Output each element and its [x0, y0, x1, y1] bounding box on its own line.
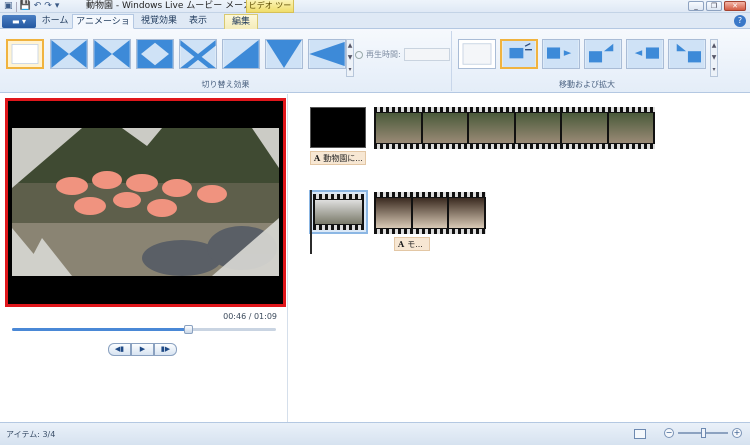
storyboard: A 動物園に... A モ...	[290, 94, 750, 422]
caption-tag-2[interactable]: A モ...	[394, 237, 430, 251]
playback-controls: ◀▮ ▶ ▮▶	[108, 343, 177, 356]
zoom-in-button[interactable]: +	[732, 428, 742, 438]
panzoom-left-thumb[interactable]	[626, 39, 664, 69]
transition-bowtie-thumb[interactable]	[93, 39, 131, 69]
tab-animation[interactable]: アニメーション	[72, 14, 134, 42]
caption-icon: A	[314, 153, 321, 163]
film-perforation	[374, 192, 486, 197]
separator	[15, 1, 17, 12]
transitions-group-label: 切り替え効果	[201, 80, 250, 89]
transition-v-wipe-thumb[interactable]	[265, 39, 303, 69]
panzoom-right-thumb[interactable]	[542, 39, 580, 69]
window-title: 動物園 - Windows Live ムービー メーカー	[86, 1, 262, 11]
undo-icon[interactable]: ↶	[34, 1, 42, 12]
clip-frames	[313, 200, 364, 224]
preview-pane: 00:46 / 01:09 ◀▮ ▶ ▮▶	[0, 94, 288, 422]
caption-1-text: 動物園に...	[323, 154, 363, 163]
seek-thumb[interactable]	[184, 325, 194, 334]
duration-control: 再生時間:	[355, 48, 450, 61]
tab-home[interactable]: ホーム	[38, 14, 72, 29]
selected-clip[interactable]	[309, 190, 368, 234]
film-perforation	[313, 225, 364, 230]
zoom-thumb[interactable]	[701, 428, 706, 438]
caption-icon: A	[398, 239, 405, 249]
selected-clip-filmstrip	[313, 194, 364, 230]
video-clip-filmstrip-1[interactable]	[374, 107, 655, 149]
ribbon: ▲ ▼ ▾ 再生時間: 切り替え効果 ▲ ▼ ▾ 移動および拡大	[0, 29, 750, 93]
pan-zoom-group: ▲ ▼ ▾ 移動および拡大	[452, 31, 722, 91]
help-icon[interactable]: ?	[734, 15, 746, 27]
transitions-group: ▲ ▼ ▾ 再生時間: 切り替え効果	[0, 31, 452, 91]
next-frame-button[interactable]: ▮▶	[154, 343, 177, 356]
redo-icon[interactable]: ↷	[44, 1, 52, 12]
zoom-slider[interactable]	[678, 428, 728, 438]
transition-diagonal-cross-thumb[interactable]	[50, 39, 88, 69]
tab-visual-effects[interactable]: 視覚効果	[136, 14, 182, 29]
monitor-icon[interactable]	[634, 429, 646, 439]
playhead[interactable]	[310, 190, 312, 254]
duration-input[interactable]	[403, 48, 450, 61]
previous-frame-button[interactable]: ◀▮	[108, 343, 131, 356]
seek-bar[interactable]	[12, 325, 276, 334]
video-tools-context-label: ビデオ ツール	[246, 0, 294, 22]
duration-label: 再生時間:	[366, 50, 401, 59]
pan-zoom-group-label: 移動および拡大	[559, 80, 615, 89]
title-clip[interactable]	[310, 107, 366, 148]
film-perforation	[313, 194, 364, 199]
play-button[interactable]: ▶	[131, 343, 154, 356]
video-clip-filmstrip-2[interactable]	[374, 192, 486, 234]
panzoom-none-thumb[interactable]	[458, 39, 496, 69]
item-count: アイテム: 3/4	[6, 430, 56, 439]
transition-diamond-thumb[interactable]	[136, 39, 174, 69]
preview-highlight-frame	[5, 98, 286, 307]
window-controls: _ ❐ ✕	[688, 1, 746, 11]
tab-edit[interactable]: 編集	[224, 14, 258, 29]
quick-access-toolbar: ▣ 💾 ↶ ↷ ▾	[4, 1, 59, 12]
main-area: 00:46 / 01:09 ◀▮ ▶ ▮▶ A 動物園に... A モ...	[0, 94, 750, 422]
panzoom-scroll-arrows[interactable]: ▲ ▼ ▾	[710, 39, 718, 77]
film-perforation	[374, 229, 486, 234]
caption-tag-1[interactable]: A 動物園に...	[310, 151, 366, 165]
film-perforation	[374, 144, 655, 149]
zoom-out-button[interactable]: −	[664, 428, 674, 438]
film-perforation	[374, 107, 655, 112]
clock-icon	[355, 50, 363, 59]
tab-view[interactable]: 表示	[182, 14, 214, 29]
video-preview[interactable]	[12, 128, 279, 276]
seek-progress	[12, 328, 189, 331]
ribbon-tab-bar: ▬ ▾ ホーム アニメーション 視覚効果 表示 編集 ?	[0, 13, 750, 42]
timecode: 00:46 / 01:09	[223, 312, 277, 321]
clip-frames	[374, 198, 486, 228]
status-bar: アイテム: 3/4 − +	[0, 422, 750, 445]
minimize-button[interactable]: _	[688, 1, 704, 11]
panzoom-up-right-thumb[interactable]	[584, 39, 622, 69]
save-icon[interactable]: 💾	[20, 1, 31, 12]
transition-none-thumb[interactable]	[6, 39, 44, 69]
transitions-scroll-arrows[interactable]: ▲ ▼ ▾	[346, 39, 354, 77]
panzoom-up-left-thumb[interactable]	[668, 39, 706, 69]
file-menu-button[interactable]: ▬ ▾	[2, 15, 36, 28]
transition-arrow-wipe-thumb[interactable]	[308, 39, 346, 69]
clip-frames	[374, 113, 655, 143]
transition-x-cross-thumb[interactable]	[179, 39, 217, 69]
app-menu-icon[interactable]: ▣	[4, 1, 13, 12]
caption-2-text: モ...	[407, 240, 423, 249]
title-bar: ▣ 💾 ↶ ↷ ▾ 動物園 - Windows Live ムービー メーカー ビ…	[0, 0, 750, 22]
transition-diagonal-wipe-thumb[interactable]	[222, 39, 260, 69]
qat-dropdown-icon[interactable]: ▾	[55, 1, 60, 12]
zoom-control: − +	[664, 428, 742, 438]
restore-button[interactable]: ❐	[706, 1, 722, 11]
close-button[interactable]: ✕	[724, 1, 746, 11]
panzoom-auto-thumb[interactable]	[500, 39, 538, 69]
